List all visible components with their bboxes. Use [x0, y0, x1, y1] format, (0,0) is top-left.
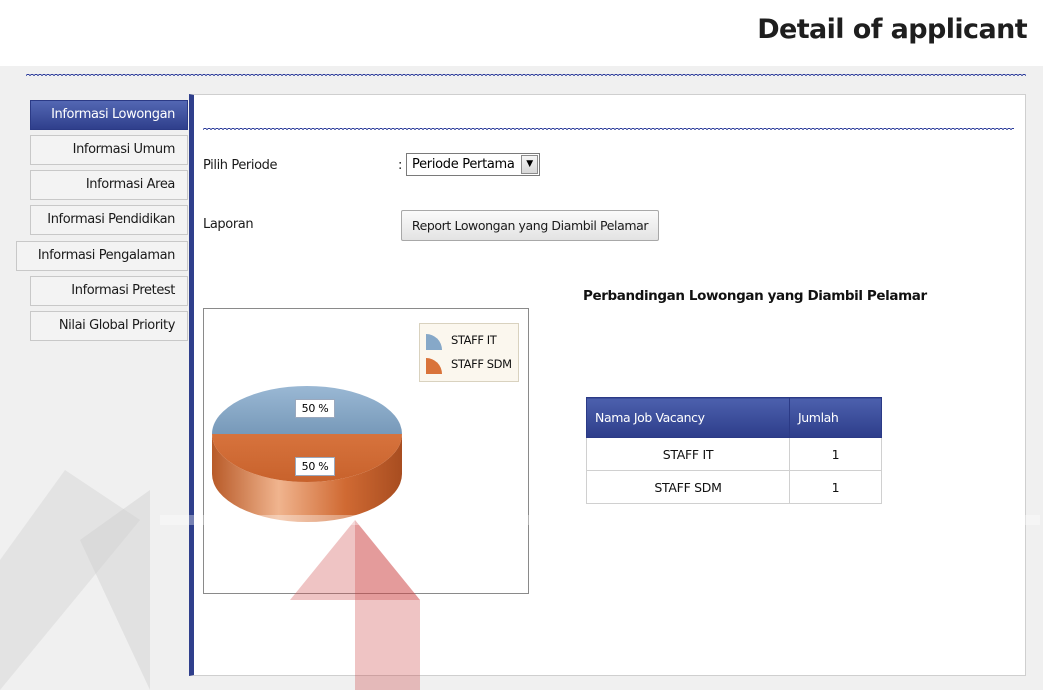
legend-label: STAFF IT: [451, 333, 497, 347]
period-colon: :: [398, 158, 403, 173]
table-header-row: Nama Job Vacancy Jumlah: [586, 397, 882, 438]
column-header-jumlah: Jumlah: [789, 397, 882, 438]
slice-label-staff-it: 50 %: [295, 399, 335, 418]
legend-label: STAFF SDM: [451, 357, 512, 371]
table-cell: 1: [789, 437, 882, 471]
panel-divider: [203, 125, 1014, 131]
table-cell: STAFF IT: [586, 437, 790, 471]
sidebar-item-informasi-lowongan[interactable]: Informasi Lowongan: [30, 100, 188, 130]
table-row: STAFF SDM 1: [586, 470, 882, 504]
period-label: Pilih Periode: [203, 158, 278, 173]
slice-label-staff-sdm: 50 %: [295, 457, 335, 476]
period-select-value: Periode Pertama: [412, 157, 515, 172]
sidebar-item-informasi-pretest[interactable]: Informasi Pretest: [30, 276, 188, 306]
report-label: Laporan: [203, 217, 254, 232]
sidebar-item-informasi-area[interactable]: Informasi Area: [30, 170, 188, 200]
sidebar-item-informasi-pengalaman[interactable]: Informasi Pengalaman: [16, 241, 188, 271]
table-cell: 1: [789, 470, 882, 504]
header: Detail of applicant: [0, 0, 1043, 66]
chart-legend: STAFF IT STAFF SDM: [419, 323, 519, 382]
vacancy-table: Nama Job Vacancy Jumlah STAFF IT 1 STAFF…: [586, 397, 882, 504]
report-button[interactable]: Report Lowongan yang Diambil Pelamar: [401, 210, 659, 241]
chevron-down-icon[interactable]: ▼: [521, 155, 538, 174]
sidebar-item-informasi-pendidikan[interactable]: Informasi Pendidikan: [30, 205, 188, 235]
header-divider: [26, 71, 1026, 77]
legend-swatch-staff-sdm: [426, 358, 442, 374]
sidebar-item-nilai-global-priority[interactable]: Nilai Global Priority: [30, 311, 188, 341]
table-cell: STAFF SDM: [586, 470, 790, 504]
sidebar-item-informasi-umum[interactable]: Informasi Umum: [30, 135, 188, 165]
page-title: Detail of applicant: [757, 14, 1027, 45]
chart-title: Perbandingan Lowongan yang Diambil Pelam…: [583, 288, 927, 304]
table-row: STAFF IT 1: [586, 437, 882, 471]
column-header-nama-job-vacancy: Nama Job Vacancy: [586, 397, 790, 438]
period-select[interactable]: Periode Pertama ▼: [406, 153, 540, 176]
chart-frame: STAFF IT STAFF SDM 50 % 50 %: [203, 308, 529, 594]
legend-swatch-staff-it: [426, 334, 442, 350]
